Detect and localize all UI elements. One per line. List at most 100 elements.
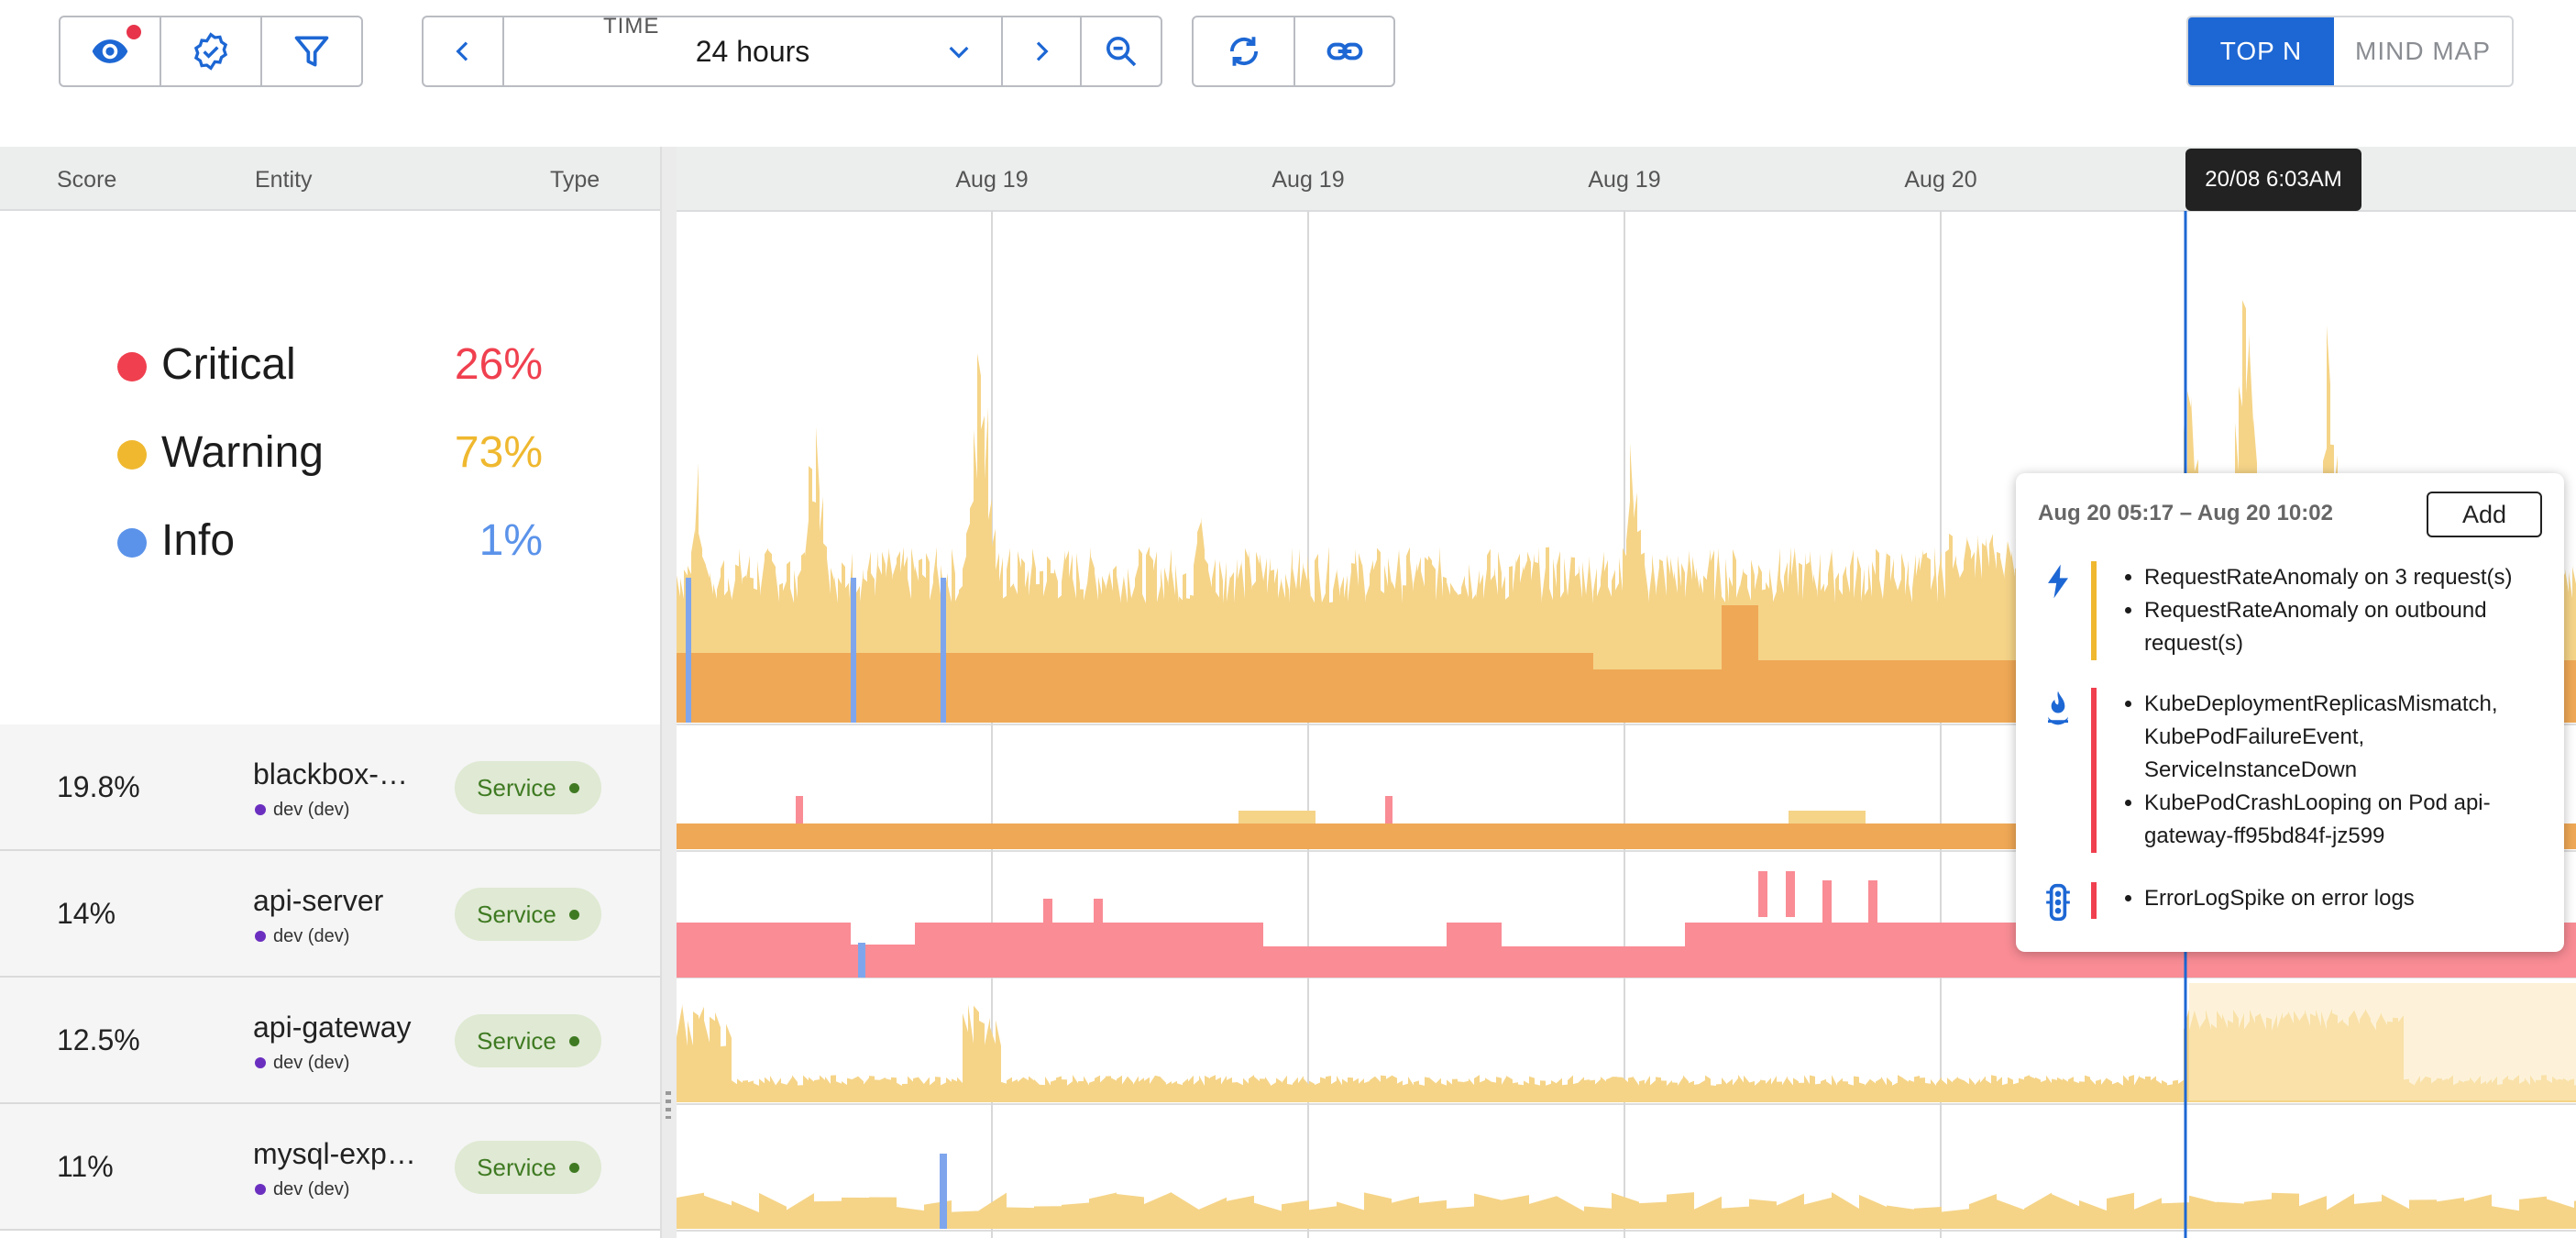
anomaly-group: RequestRateAnomaly on 3 request(s)Reques… (2038, 561, 2551, 662)
status-dot-icon (568, 909, 579, 920)
table-row[interactable]: 12.5% api-gateway dev (dev) Service (0, 978, 660, 1104)
refresh-icon (1229, 37, 1258, 66)
anomaly-group: KubeDeploymentReplicasMismatch, KubePodF… (2038, 688, 2551, 853)
verified-badge-icon (193, 32, 228, 71)
time-range-group: TIME 24 hours (422, 16, 1162, 87)
verified-button[interactable] (161, 17, 262, 85)
previous-range-button[interactable] (424, 17, 504, 85)
entity-name[interactable]: mysql-exp… (253, 1137, 416, 1171)
add-button[interactable]: Add (2427, 492, 2542, 537)
type-badge: Service (455, 1014, 601, 1067)
warning-area (677, 1191, 2576, 1229)
severity-bar (2091, 561, 2097, 660)
anomaly-group: ErrorLogSpike on error logs (2038, 882, 2551, 922)
critical-spike (796, 796, 803, 823)
info-spike (940, 1154, 947, 1229)
info-spike (858, 943, 865, 978)
chevron-left-icon (456, 41, 468, 61)
time-range-select[interactable]: TIME 24 hours (504, 17, 1003, 85)
entity-column-header[interactable]: Entity (255, 167, 313, 193)
critical-spike (1385, 796, 1393, 823)
table-row[interactable]: 14% api-server dev (dev) Service (0, 851, 660, 978)
eye-icon (92, 39, 128, 63)
anomaly-item[interactable]: KubeDeploymentReplicasMismatch, KubePodF… (2144, 688, 2548, 787)
warning-area (1789, 811, 1866, 823)
type-badge: Service (455, 761, 601, 814)
type-badge: Service (455, 888, 601, 941)
time-value: 24 hours (695, 34, 810, 68)
status-dot-icon (568, 782, 579, 793)
severity-bar (2091, 688, 2097, 853)
table-row[interactable]: 19.8% blackbox-… dev (dev) Service (0, 724, 660, 851)
anomaly-item[interactable]: ErrorLogSpike on error logs (2144, 882, 2548, 915)
row-score: 14% (57, 897, 116, 930)
time-tick: Aug 19 (1271, 167, 1345, 193)
view-toggle: TOP N MIND MAP (2186, 16, 2514, 87)
top-n-tab[interactable]: TOP N (2188, 17, 2334, 85)
entity-namespace: dev (dev) (255, 800, 349, 821)
status-dot-icon (568, 1035, 579, 1046)
table-row[interactable]: 11% mysql-exp… dev (dev) Service (0, 1104, 660, 1231)
namespace-dot-icon (255, 804, 266, 815)
refresh-button[interactable] (1194, 17, 1295, 85)
chevron-down-icon (949, 46, 969, 59)
visibility-button[interactable] (61, 17, 161, 85)
time-tick: Aug 19 (1588, 167, 1661, 193)
score-column-header[interactable]: Score (57, 167, 116, 193)
filter-icon (294, 36, 329, 67)
resize-handle[interactable] (660, 147, 677, 1238)
entity-name[interactable]: api-gateway (253, 1011, 412, 1045)
info-spike (851, 578, 856, 723)
traffic-light-icon (2046, 883, 2070, 922)
entity-namespace: dev (dev) (255, 1053, 349, 1074)
legend-percent: 1% (479, 516, 543, 565)
critical-spike (1786, 871, 1795, 917)
critical-spike (1868, 880, 1877, 926)
view-options-group (59, 16, 363, 87)
flame-icon (2048, 691, 2068, 725)
row-score: 11% (57, 1150, 114, 1183)
chevron-right-icon (1036, 41, 1049, 61)
anomaly-popup: Aug 20 05:17 – Aug 20 10:02 Add RequestR… (2016, 473, 2564, 952)
sync-link-group (1192, 16, 1395, 87)
status-dot-icon (568, 1162, 579, 1173)
zoom-out-button[interactable] (1082, 17, 1161, 85)
time-label: TIME (598, 17, 666, 39)
namespace-dot-icon (255, 1057, 266, 1068)
entity-namespace: dev (dev) (255, 1179, 349, 1200)
anomaly-item[interactable]: RequestRateAnomaly on outbound request(s… (2144, 594, 2548, 660)
info-spike (686, 578, 691, 723)
namespace-dot-icon (255, 1184, 266, 1195)
lightning-icon (2048, 564, 2068, 599)
entity-name[interactable]: blackbox-… (253, 757, 408, 791)
warning-burst (1722, 605, 1758, 723)
info-spike (941, 578, 946, 723)
type-column-header[interactable]: Type (550, 167, 600, 193)
popup-time-range: Aug 20 05:17 – Aug 20 10:02 (2038, 501, 2333, 525)
link-icon (1327, 42, 1362, 61)
critical-spike (1822, 880, 1832, 926)
copy-link-button[interactable] (1295, 17, 1393, 85)
row-score: 19.8% (57, 770, 140, 803)
cursor-time-label: 20/08 6:03AM (2185, 149, 2361, 211)
critical-spike (1094, 899, 1103, 945)
entity-namespace: dev (dev) (255, 926, 349, 947)
mind-map-tab[interactable]: MIND MAP (2334, 17, 2512, 85)
highlight-window (2189, 983, 2576, 1100)
legend-percent: 26% (454, 340, 543, 389)
time-tick: Aug 19 (955, 167, 1029, 193)
warning-area (1238, 811, 1316, 823)
critical-spike (1758, 871, 1767, 917)
filter-button[interactable] (262, 17, 361, 85)
type-badge: Service (455, 1141, 601, 1194)
next-range-button[interactable] (1003, 17, 1082, 85)
namespace-dot-icon (255, 931, 266, 942)
anomaly-item[interactable]: RequestRateAnomaly on 3 request(s) (2144, 561, 2548, 594)
critical-spike (1043, 899, 1052, 945)
severity-bar (2091, 882, 2097, 919)
zoom-out-icon (1106, 37, 1137, 67)
time-tick: Aug 20 (1904, 167, 1977, 193)
entity-name[interactable]: api-server (253, 884, 383, 918)
notification-dot (127, 25, 141, 39)
anomaly-item[interactable]: KubePodCrashLooping on Pod api-gateway-f… (2144, 787, 2548, 853)
